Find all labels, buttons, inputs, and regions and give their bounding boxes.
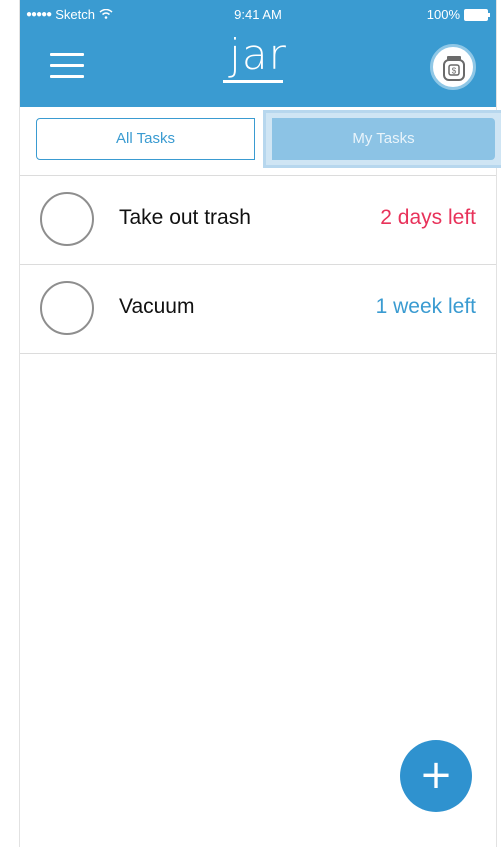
list-item[interactable]: Take out trash 2 days left (20, 175, 496, 265)
task-list: Take out trash 2 days left Vacuum 1 week… (20, 175, 496, 354)
task-name: Vacuum (119, 295, 195, 318)
task-filter-tabs: All Tasks My Tasks (36, 110, 501, 168)
add-task-button[interactable]: + (400, 740, 472, 812)
task-checkbox[interactable] (40, 281, 94, 335)
list-item[interactable]: Vacuum 1 week left (20, 265, 496, 354)
task-checkbox[interactable] (40, 192, 94, 246)
tab-my-tasks-highlight: My Tasks (263, 110, 501, 168)
app-header: ●●●●● Sketch 9:41 AM 100% jar $ (20, 0, 496, 107)
logo-underline (223, 80, 283, 83)
tab-all-tasks[interactable]: All Tasks (36, 118, 255, 160)
app-logo: jar (229, 30, 287, 79)
app-screen: ●●●●● Sketch 9:41 AM 100% jar $ All Task… (19, 0, 501, 847)
task-name: Take out trash (119, 206, 251, 229)
status-right: 100% (426, 7, 490, 22)
money-jar-icon: $ (443, 56, 465, 81)
task-due: 1 week left (375, 295, 476, 318)
status-bar: ●●●●● Sketch 9:41 AM 100% (20, 0, 496, 30)
status-time: 9:41 AM (234, 7, 282, 22)
svg-text:$: $ (452, 67, 457, 76)
battery-icon (464, 8, 490, 21)
battery-percent: 100% (426, 7, 460, 22)
jar-button[interactable]: $ (430, 44, 476, 90)
tab-my-tasks[interactable]: My Tasks (272, 118, 495, 160)
task-due: 2 days left (380, 206, 476, 229)
